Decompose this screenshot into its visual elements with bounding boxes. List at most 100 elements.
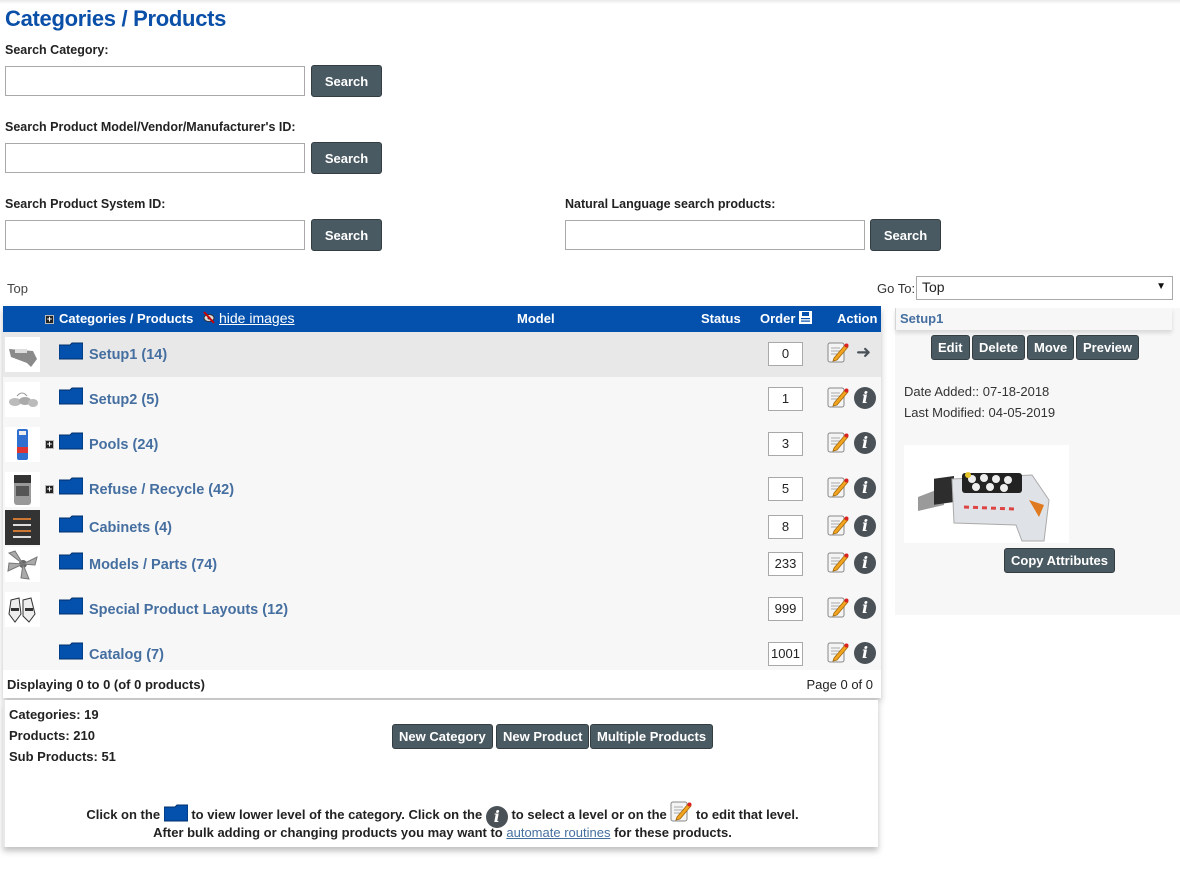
folder-icon[interactable] bbox=[58, 642, 84, 660]
header-model: Model bbox=[517, 311, 555, 326]
help-part3: to select a level or on the bbox=[511, 807, 667, 822]
search-model-button[interactable]: Search bbox=[311, 142, 382, 174]
category-link[interactable]: Pools (24) bbox=[89, 437, 158, 453]
folder-icon[interactable] bbox=[58, 387, 84, 405]
copy-attributes-button[interactable]: Copy Attributes bbox=[1004, 548, 1116, 573]
folder-icon[interactable] bbox=[58, 597, 84, 615]
save-order-icon[interactable] bbox=[799, 311, 812, 327]
order-input[interactable]: 5 bbox=[768, 477, 803, 501]
table-row[interactable]: Special Product Layouts (12) 999 i bbox=[3, 587, 881, 632]
category-link[interactable]: Models / Parts (74) bbox=[89, 557, 217, 573]
search-category-button[interactable]: Search bbox=[311, 65, 382, 97]
expand-icon[interactable]: + bbox=[45, 440, 54, 449]
goto-select[interactable]: Top ▼ bbox=[916, 276, 1173, 300]
delete-button[interactable]: Delete bbox=[972, 335, 1026, 360]
help-line2-pre: After bulk adding or changing products y… bbox=[153, 825, 503, 840]
info-icon[interactable]: i bbox=[854, 597, 876, 619]
category-link[interactable]: Catalog (7) bbox=[89, 647, 164, 663]
table-footer: Displaying 0 to 0 (of 0 products) Page 0… bbox=[3, 670, 881, 698]
edit-button[interactable]: Edit bbox=[931, 335, 970, 360]
edit-icon[interactable] bbox=[827, 641, 849, 663]
table-row[interactable]: + Pools (24) 3 i bbox=[3, 422, 881, 467]
edit-icon[interactable] bbox=[827, 514, 849, 536]
header-categories-products: Categories / Products bbox=[59, 311, 194, 326]
table-row[interactable]: Cabinets (4) 8 i bbox=[3, 510, 881, 545]
order-input[interactable]: 1001 bbox=[768, 642, 803, 666]
edit-icon[interactable] bbox=[827, 596, 849, 618]
header-action: Action bbox=[837, 311, 878, 326]
category-thumbnail bbox=[5, 592, 40, 627]
edit-icon[interactable] bbox=[827, 431, 849, 453]
category-link[interactable]: Setup2 (5) bbox=[89, 392, 159, 408]
order-input[interactable]: 0 bbox=[768, 342, 803, 366]
hide-images-link[interactable]: hide images bbox=[219, 310, 295, 326]
category-link[interactable]: Setup1 (14) bbox=[89, 347, 167, 363]
preview-button[interactable]: Preview bbox=[1076, 335, 1140, 360]
search-system-id-input[interactable] bbox=[5, 220, 305, 250]
info-icon[interactable]: i bbox=[854, 477, 876, 499]
breadcrumb[interactable]: Top bbox=[7, 281, 28, 296]
category-link[interactable]: Cabinets (4) bbox=[89, 520, 172, 536]
table-row[interactable]: Setup2 (5) 1 i bbox=[3, 377, 881, 422]
dropdown-arrow-icon: ▼ bbox=[1156, 281, 1166, 292]
search-category-input[interactable] bbox=[5, 66, 305, 96]
category-image bbox=[904, 445, 1069, 543]
category-link[interactable]: Refuse / Recycle (42) bbox=[89, 482, 234, 498]
edit-icon bbox=[670, 800, 693, 825]
header-order: Order bbox=[760, 311, 796, 326]
info-icon[interactable]: i bbox=[854, 432, 876, 454]
info-icon[interactable]: i bbox=[854, 552, 876, 574]
detail-title: Setup1 bbox=[900, 311, 944, 326]
multiple-products-button[interactable]: Multiple Products bbox=[590, 724, 714, 749]
page-title: Categories / Products bbox=[5, 6, 227, 31]
natural-search-input[interactable] bbox=[565, 220, 865, 250]
edit-icon[interactable] bbox=[827, 386, 849, 408]
categories-table: + Categories / Products hide images Mode… bbox=[3, 306, 881, 698]
folder-icon[interactable] bbox=[58, 515, 84, 533]
search-model-input[interactable] bbox=[5, 143, 305, 173]
move-button[interactable]: Move bbox=[1027, 335, 1075, 360]
expand-icon[interactable]: + bbox=[45, 485, 54, 494]
help-text-line2: After bulk adding or changing products y… bbox=[5, 825, 880, 840]
edit-icon[interactable] bbox=[827, 476, 849, 498]
help-part1: Click on the bbox=[86, 807, 161, 822]
info-icon[interactable]: i bbox=[854, 642, 876, 664]
category-link[interactable]: Special Product Layouts (12) bbox=[89, 602, 288, 618]
order-input[interactable]: 3 bbox=[768, 432, 803, 456]
folder-icon[interactable] bbox=[58, 432, 84, 450]
folder-icon[interactable] bbox=[58, 552, 84, 570]
info-icon[interactable]: i bbox=[854, 387, 876, 409]
search-model-label: Search Product Model/Vendor/Manufacturer… bbox=[5, 120, 296, 134]
category-thumbnail bbox=[5, 510, 40, 545]
arrow-right-icon[interactable]: ➜ bbox=[856, 342, 871, 363]
expand-all-icon[interactable]: + bbox=[45, 315, 54, 324]
order-input[interactable]: 233 bbox=[768, 552, 803, 576]
new-product-button[interactable]: New Product bbox=[496, 724, 590, 749]
help-part2: to view lower level of the category. Cli… bbox=[191, 807, 483, 822]
new-category-button[interactable]: New Category bbox=[392, 724, 493, 749]
folder-icon bbox=[163, 804, 189, 825]
search-system-id-button[interactable]: Search bbox=[311, 219, 382, 251]
table-row[interactable]: + Refuse / Recycle (42) 5 i bbox=[3, 467, 881, 512]
categories-count: Categories: 19 bbox=[9, 707, 99, 722]
folder-icon[interactable] bbox=[58, 477, 84, 495]
order-input[interactable]: 999 bbox=[768, 597, 803, 621]
table-row[interactable]: Setup1 (14) 0 ➜ bbox=[3, 332, 881, 377]
search-category-label: Search Category: bbox=[5, 43, 109, 57]
edit-icon[interactable] bbox=[827, 341, 849, 363]
edit-icon[interactable] bbox=[827, 551, 849, 573]
order-input[interactable]: 1 bbox=[768, 387, 803, 411]
automate-routines-link[interactable]: automate routines bbox=[506, 825, 610, 840]
category-thumbnail bbox=[5, 472, 40, 507]
table-row[interactable]: Models / Parts (74) 233 i bbox=[3, 542, 881, 587]
info-icon[interactable]: i bbox=[854, 515, 876, 537]
displaying-count: Displaying 0 to 0 (of 0 products) bbox=[7, 677, 205, 692]
folder-icon[interactable] bbox=[58, 342, 84, 360]
detail-title-bar: Setup1 bbox=[895, 308, 1172, 330]
top-shadow bbox=[0, 0, 1180, 4]
category-thumbnail bbox=[5, 547, 40, 582]
order-input[interactable]: 8 bbox=[768, 515, 803, 539]
natural-search-button[interactable]: Search bbox=[870, 219, 941, 251]
table-header: + Categories / Products hide images Mode… bbox=[3, 306, 881, 332]
table-row[interactable]: Catalog (7) 1001 i bbox=[3, 632, 881, 670]
